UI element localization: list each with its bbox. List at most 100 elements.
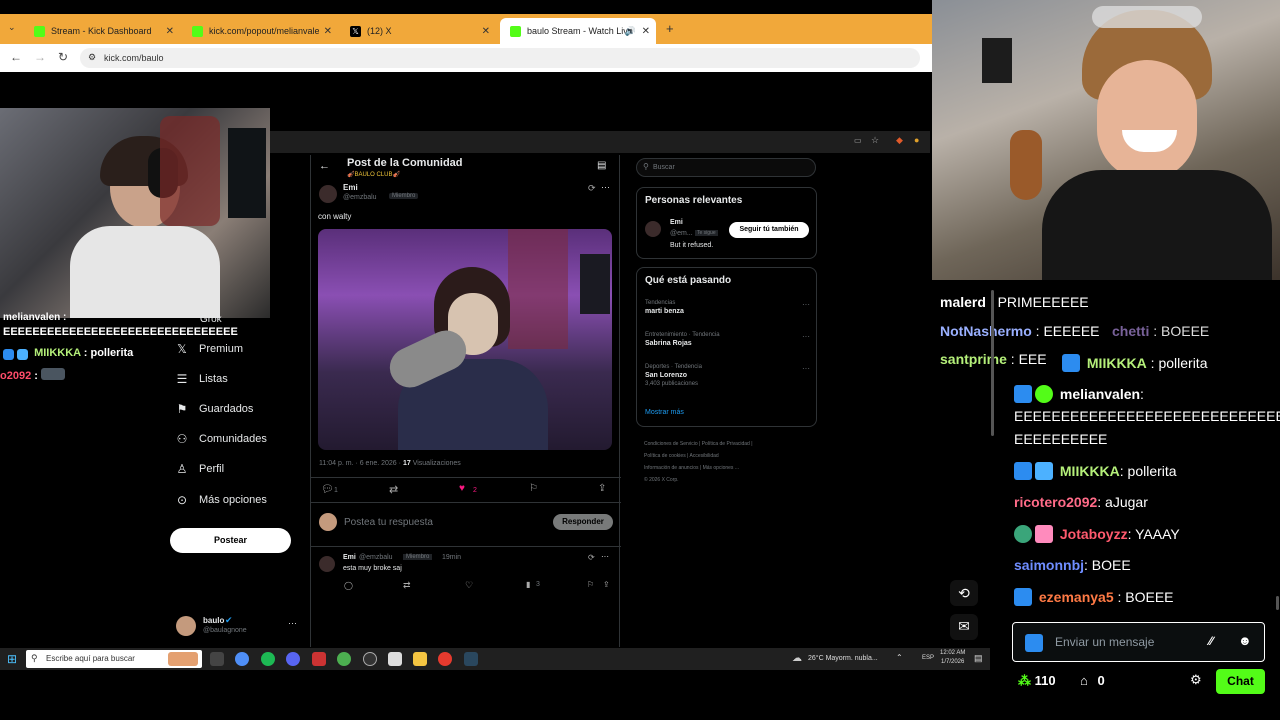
back-arrow-icon[interactable]: ← [319,160,330,172]
extension-icon[interactable]: ● [914,135,919,145]
trend-item[interactable]: Entretenimiento · Tendencia Sabrina Roja… [645,332,810,347]
more-icon[interactable]: ··· [802,300,810,309]
repost-icon[interactable]: ⇄ [389,483,398,496]
new-tab-icon[interactable]: + [666,21,674,36]
grok-icon[interactable]: ⟳ [588,183,596,194]
emoji-icon[interactable]: ☻ [1238,633,1252,648]
weather-text[interactable]: 26°C Mayorm. nubla... [808,655,878,662]
person-name[interactable]: Emi [670,219,683,226]
chat-username[interactable]: NotNashermo [940,323,1032,339]
cast-icon[interactable]: ▭ [854,136,862,145]
more-icon[interactable]: ··· [802,332,810,341]
bookmark-icon[interactable]: ⚐ [529,483,538,494]
repost-icon[interactable]: ⇄ [403,580,411,591]
mail-icon[interactable]: ✉ [950,614,978,640]
author-name[interactable]: Emi [343,183,358,192]
spotify-icon[interactable] [261,652,275,666]
show-more-link[interactable]: Mostrar más [645,409,684,416]
app-icon[interactable] [438,652,452,666]
x-search-box[interactable]: ⚲ Buscar [636,158,816,177]
nav-bookmarks[interactable]: ⚑ Guardados [175,402,254,416]
clock-time[interactable]: 12:02 AM [940,650,965,656]
language-indicator[interactable]: ESP [922,655,934,661]
speaker-icon[interactable]: 🔊 [625,26,636,37]
like-icon[interactable]: ♡ [465,580,473,591]
nav-more-options[interactable]: ⊙ Más opciones [175,493,267,507]
more-icon[interactable]: ··· [802,364,810,373]
chat-username[interactable]: Jotaboyzz [1060,526,1128,542]
reload-icon[interactable]: ↻ [58,50,68,64]
views-icon[interactable]: ▮ [526,580,530,589]
trend-item[interactable]: Deportes · Tendencia San Lorenzo 3,403 p… [645,364,810,387]
reply-icon[interactable]: ◯ [344,581,353,590]
account-switcher[interactable]: baulo ✔ @baulagnone ··· [176,614,300,640]
more-icon[interactable]: ··· [601,182,610,192]
clock-date[interactable]: 1/7/2026 [941,659,964,665]
settings-gear-icon[interactable]: ⚙ [1190,672,1202,688]
tab-kick-popout[interactable]: kick.com/popout/melianvalen/ ✕ [182,18,338,44]
post-button[interactable]: Postear [170,528,291,553]
tab-list-dropdown-icon[interactable]: ⌄ [8,22,16,33]
grok-nav-label[interactable]: Grok [200,314,222,325]
close-icon[interactable]: ✕ [324,26,332,37]
like-icon[interactable]: ♥ [459,483,465,494]
steam-icon[interactable] [464,652,478,666]
reply-author[interactable]: Emi [343,554,356,561]
more-icon[interactable]: ··· [288,618,297,628]
chat-username[interactable]: melianvalen [1060,386,1140,402]
share-icon[interactable]: ⇪ [603,580,610,589]
chat-username[interactable]: santprime [940,351,1007,367]
chrome-icon[interactable] [337,652,351,666]
app-icon[interactable] [388,652,402,666]
close-icon[interactable]: ✕ [482,26,490,37]
site-info-icon[interactable]: ⚙ [88,52,96,63]
tray-expand-icon[interactable]: ⌃ [896,653,903,662]
chat-username[interactable]: MIIKKKA [1087,355,1147,371]
tab-kick-dashboard[interactable]: Stream - Kick Dashboard ✕ [24,18,180,44]
weather-icon[interactable]: ☁ [792,653,802,664]
windows-start-icon[interactable]: ⊞ [7,652,17,666]
chrome-icon[interactable] [235,652,249,666]
task-view-icon[interactable] [210,652,224,666]
share-icon[interactable]: ⇪ [598,483,606,494]
close-icon[interactable]: ✕ [642,26,650,37]
post-image[interactable] [318,229,612,450]
community-name[interactable]: 🎻BAULO CLUB🎻 [347,171,400,178]
nav-lists[interactable]: ☰ Listas [175,372,228,386]
slash-commands-icon[interactable]: ⁄∕ [1209,634,1213,648]
chat-username[interactable]: ricotero2092 [1014,494,1097,510]
chat-scrollbar-right[interactable] [1276,596,1279,610]
chat-username[interactable]: saimonnbj [1014,557,1084,573]
chat-username[interactable]: MIIKKKA [1060,463,1120,479]
points-display[interactable]: ⁂ 110 [1018,673,1056,689]
extension-icon[interactable]: ◆ [896,135,903,146]
nav-premium[interactable]: 𝕏 Premium [175,342,243,356]
reply-post[interactable]: Emi @emzbalu Miembro 19min ⟳ ··· esta mu… [311,550,621,595]
taskbar-search[interactable]: ⚲ Escribe aquí para buscar [26,650,202,668]
grok-icon[interactable]: ⟳ [588,553,595,562]
close-icon[interactable]: ✕ [166,26,174,37]
reply-icon[interactable]: 💬︎ [321,484,334,495]
nav-profile[interactable]: ♙ Perfil [175,462,224,476]
tab-x[interactable]: 𝕏 (12) X ✕ [340,18,496,44]
forward-icon[interactable]: → [34,50,46,64]
chat-username[interactable]: ezemanya5 [1039,589,1114,605]
trend-item[interactable]: Tendencias marti benza ··· [645,300,810,315]
notifications-icon[interactable]: ▤ [974,653,983,664]
refresh-circle-icon[interactable]: ⟲ [950,580,978,606]
chat-username[interactable]: malerd [940,294,986,310]
reply-input[interactable]: Postea tu respuesta [344,517,433,528]
chat-username[interactable]: chetti [1112,323,1149,339]
obs-icon[interactable] [363,652,377,666]
more-icon[interactable]: ··· [601,552,609,561]
reply-button[interactable]: Responder [553,514,613,530]
app-icon[interactable] [312,652,326,666]
chat-message-input[interactable]: Enviar un mensaje ⁄∕ ☻ [1012,622,1265,662]
nav-communities[interactable]: ⚇ Comunidades [175,432,267,446]
url-field[interactable]: ⚙ kick.com/baulo [80,48,920,68]
chat-username[interactable]: MIIKKKA [34,347,81,359]
back-icon[interactable]: ← [10,50,22,64]
follow-button[interactable]: Seguir tú también [729,222,809,238]
reader-view-icon[interactable]: ▤ [597,160,606,171]
bookmark-icon[interactable]: ⚐ [587,580,594,589]
